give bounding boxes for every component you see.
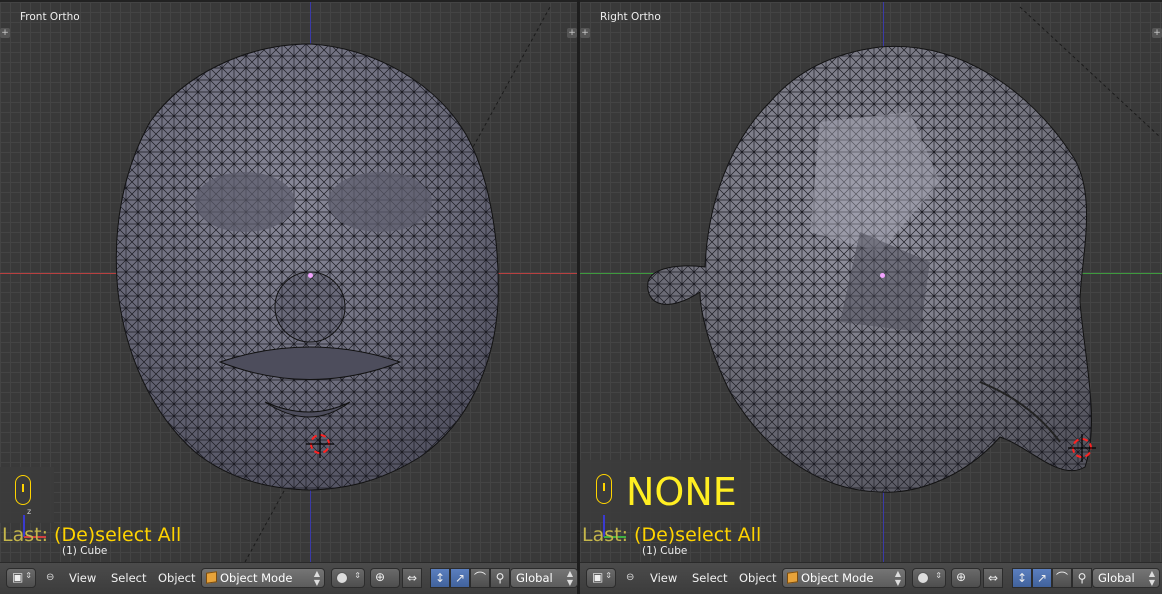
viewport-shading-button[interactable]: ⇕: [912, 568, 946, 588]
object-origin: [880, 273, 885, 278]
chevron-updown-icon: ▲ ▼: [566, 569, 573, 587]
orientation-select[interactable]: Global ▲ ▼: [1092, 568, 1160, 588]
mouse-icon: [596, 474, 612, 504]
pivot-icon: ⊕: [375, 570, 386, 584]
scale-toggle[interactable]: ⌒: [470, 568, 490, 588]
editor-type-icon: ▣: [592, 570, 604, 584]
viewport-right[interactable]: Right Ortho + + NONE Last: (De)select Al…: [580, 0, 1162, 562]
object-origin: [308, 273, 313, 278]
pivot-point-button[interactable]: ⊕: [951, 568, 981, 588]
manipulator-toggle[interactable]: ⇔: [983, 568, 1003, 588]
object-label: (1) Cube: [642, 545, 688, 557]
manipulator-icon: ⇔: [987, 571, 999, 585]
translate-icon: ↕: [434, 571, 446, 585]
rotate-toggle[interactable]: ↗: [1032, 568, 1052, 588]
menu-view[interactable]: View: [650, 571, 677, 585]
last-operator: Last: (De)select All: [582, 524, 762, 546]
manipulator-toggle[interactable]: ⇔: [402, 568, 422, 588]
scale-toggle-2[interactable]: ⚲: [1072, 568, 1092, 588]
editor-type-button[interactable]: ▣ ⇕: [6, 568, 36, 588]
cube-icon: [787, 571, 798, 584]
viewport-shading-icon: [917, 572, 929, 584]
menu-select[interactable]: Select: [111, 571, 146, 585]
object-label: (1) Cube: [62, 545, 108, 557]
3d-view-header: ▣ ⇕ ⊖ View Select Object Object Mode ▲ ▼ …: [580, 562, 1162, 594]
hide-menu-icon[interactable]: ⊖: [46, 572, 54, 583]
pivot-point-button[interactable]: ⊕: [370, 568, 400, 588]
3d-cursor-icon: [306, 430, 334, 458]
translate-toggle[interactable]: ↕: [1012, 568, 1032, 588]
chevron-updown-icon: ⇕: [25, 571, 32, 580]
scale-icon: ⚲: [495, 571, 505, 585]
editor-type-icon: ▣: [12, 570, 24, 584]
3d-cursor-icon: [1068, 434, 1096, 462]
menu-select[interactable]: Select: [692, 571, 727, 585]
menu-object[interactable]: Object: [158, 571, 195, 585]
scale-icon: ⚲: [1077, 571, 1087, 585]
mode-select[interactable]: Object Mode ▲ ▼: [201, 568, 325, 588]
menu-object[interactable]: Object: [739, 571, 776, 585]
head-mesh[interactable]: [0, 2, 577, 562]
chevron-updown-icon: ⇕: [605, 571, 612, 580]
translate-toggle[interactable]: ↕: [430, 568, 450, 588]
manipulator-icon: ⇔: [406, 571, 418, 585]
mode-select[interactable]: Object Mode ▲ ▼: [782, 568, 906, 588]
editor-type-button[interactable]: ▣ ⇕: [586, 568, 616, 588]
chevron-updown-icon: ▲ ▼: [313, 569, 320, 587]
cube-icon: [206, 571, 217, 584]
scale-toggle[interactable]: ⌒: [1052, 568, 1072, 588]
rotate-icon: ↗: [454, 571, 466, 585]
chevron-updown-icon: ▲ ▼: [1148, 569, 1155, 587]
scale-toggle-2[interactable]: ⚲: [490, 568, 510, 588]
svg-text:z: z: [27, 507, 31, 516]
viewport-shading-button[interactable]: ⇕: [331, 568, 365, 588]
mouse-icon: [15, 475, 31, 505]
chevron-updown-icon: ▲ ▼: [894, 569, 901, 587]
viewport-front[interactable]: Front Ortho + + z Last: (De)select All (…: [0, 0, 577, 562]
pressed-key-text: NONE: [626, 470, 737, 514]
scale-icon: ⌒: [1055, 571, 1068, 585]
rotate-toggle[interactable]: ↗: [450, 568, 470, 588]
hide-menu-icon[interactable]: ⊖: [626, 572, 634, 583]
menu-view[interactable]: View: [69, 571, 96, 585]
rotate-icon: ↗: [1036, 571, 1048, 585]
scale-icon: ⌒: [473, 571, 486, 585]
translate-icon: ↕: [1016, 571, 1028, 585]
3d-view-header: ▣ ⇕ ⊖ View Select Object Object Mode ▲ ▼ …: [0, 562, 578, 594]
viewport-shading-icon: [336, 572, 348, 584]
pivot-icon: ⊕: [956, 570, 967, 584]
orientation-select[interactable]: Global ▲ ▼: [510, 568, 578, 588]
last-operator: Last: (De)select All: [2, 524, 182, 546]
